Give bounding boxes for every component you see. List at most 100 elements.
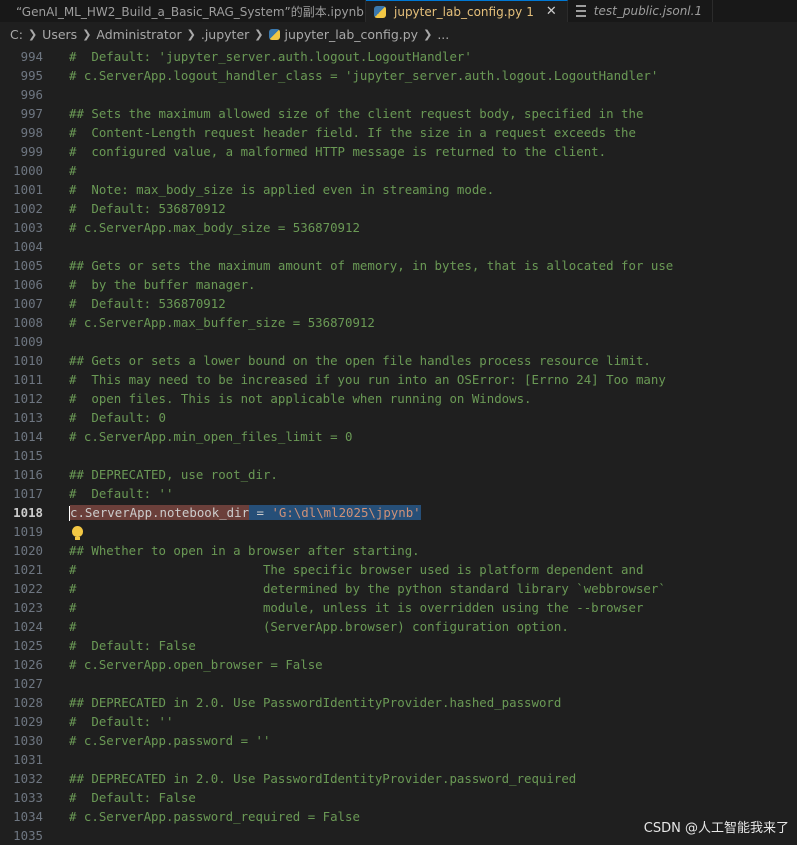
line-number: 1004: [13, 239, 43, 254]
code-line[interactable]: 1028 ## DEPRECATED in 2.0. Use PasswordId…: [0, 693, 797, 712]
line-number: 1020: [13, 543, 43, 558]
code-line[interactable]: 1021 # The specific browser used is platf…: [0, 560, 797, 579]
code-line[interactable]: 1012 # open files. This is not applicable…: [0, 389, 797, 408]
line-number: 1000: [13, 163, 43, 178]
selected-code: =: [249, 505, 272, 520]
code-line[interactable]: 998 # Content-Length request header field…: [0, 123, 797, 142]
code-text: ## DEPRECATED, use root_dir.: [69, 467, 278, 482]
code-text: # This may need to be increased if you r…: [69, 372, 666, 387]
code-line[interactable]: 999 # configured value, a malformed HTTP …: [0, 142, 797, 161]
line-number: 1034: [13, 809, 43, 824]
code-line[interactable]: 997 ## Sets the maximum allowed size of t…: [0, 104, 797, 123]
code-line[interactable]: 1022 # determined by the python standard …: [0, 579, 797, 598]
code-line[interactable]: 1013 # Default: 0: [0, 408, 797, 427]
chevron-right-icon: ❯: [27, 27, 38, 41]
code-line[interactable]: 1033 # Default: False: [0, 788, 797, 807]
code-line[interactable]: 1011 # This may need to be increased if y…: [0, 370, 797, 389]
breadcrumb-file[interactable]: jupyter_lab_config.py: [285, 27, 419, 42]
text-file-icon: [575, 5, 586, 17]
code-line[interactable]: 1026 # c.ServerApp.open_browser = False: [0, 655, 797, 674]
code-line[interactable]: 1025 # Default: False: [0, 636, 797, 655]
line-number: 1035: [13, 828, 43, 843]
breadcrumb-jupyter[interactable]: .jupyter: [201, 27, 249, 42]
code-text: # c.ServerApp.password_required = False: [69, 809, 360, 824]
code-line[interactable]: 1004: [0, 237, 797, 256]
code-line[interactable]: 1000 #: [0, 161, 797, 180]
code-text: # Default: 536870912: [69, 201, 226, 216]
line-number: 1028: [13, 695, 43, 710]
code-line[interactable]: 1024 # (ServerApp.browser) configuration …: [0, 617, 797, 636]
code-line[interactable]: 1020 ## Whether to open in a browser afte…: [0, 541, 797, 560]
selected-code: c.ServerApp.notebook_dir: [70, 505, 250, 520]
line-number: 1001: [13, 182, 43, 197]
code-line[interactable]: 995 # c.ServerApp.logout_handler_class = …: [0, 66, 797, 85]
code-line[interactable]: 1017 # Default: '': [0, 484, 797, 503]
breadcrumb-administrator[interactable]: Administrator: [96, 27, 181, 42]
line-number: 1030: [13, 733, 43, 748]
line-number: 1002: [13, 201, 43, 216]
code-text: ## Gets or sets the maximum amount of me…: [69, 258, 674, 273]
line-number: 994: [20, 49, 43, 64]
line-number: 1007: [13, 296, 43, 311]
code-line[interactable]: 1007 # Default: 536870912: [0, 294, 797, 313]
line-number: 1022: [13, 581, 43, 596]
line-number: 1008: [13, 315, 43, 330]
code-line[interactable]: 1015: [0, 446, 797, 465]
code-line[interactable]: 1030 # c.ServerApp.password = '': [0, 731, 797, 750]
code-line[interactable]: 996: [0, 85, 797, 104]
line-number: 997: [20, 106, 43, 121]
code-line[interactable]: 1031: [0, 750, 797, 769]
line-number: 1016: [13, 467, 43, 482]
code-line[interactable]: 1014 # c.ServerApp.min_open_files_limit =…: [0, 427, 797, 446]
line-number: 995: [20, 68, 43, 83]
tab-notebook[interactable]: “GenAI_ML_HW2_Build_a_Basic_RAG_System”的…: [0, 0, 366, 22]
code-editor[interactable]: 994 # Default: 'jupyter_server.auth.logou…: [0, 47, 797, 843]
code-line[interactable]: 1006 # by the buffer manager.: [0, 275, 797, 294]
code-line[interactable]: 1005 ## Gets or sets the maximum amount o…: [0, 256, 797, 275]
code-line[interactable]: 1008 # c.ServerApp.max_buffer_size = 5368…: [0, 313, 797, 332]
code-text: ## DEPRECATED in 2.0. Use PasswordIdenti…: [69, 695, 562, 710]
modified-count-badge: 1: [526, 4, 534, 19]
breadcrumb-symbols[interactable]: ...: [437, 27, 449, 42]
chevron-right-icon: ❯: [82, 27, 92, 41]
line-number: 999: [20, 144, 43, 159]
editor-tab-bar: “GenAI_ML_HW2_Build_a_Basic_RAG_System”的…: [0, 0, 797, 22]
line-number: 1024: [13, 619, 43, 634]
breadcrumb-drive[interactable]: C:: [10, 27, 23, 42]
code-line[interactable]: 1009: [0, 332, 797, 351]
close-icon[interactable]: ✕: [546, 4, 557, 19]
code-line[interactable]: 1010 ## Gets or sets a lower bound on the…: [0, 351, 797, 370]
code-line[interactable]: 1003 # c.ServerApp.max_body_size = 536870…: [0, 218, 797, 237]
line-number: 1009: [13, 334, 43, 349]
lightbulb-icon[interactable]: [72, 526, 83, 540]
code-line[interactable]: 1002 # Default: 536870912: [0, 199, 797, 218]
code-text: # Note: max_body_size is applied even in…: [69, 182, 495, 197]
code-line[interactable]: 994 # Default: 'jupyter_server.auth.logou…: [0, 47, 797, 66]
code-text: # Default: '': [69, 714, 174, 729]
code-text: # Default: False: [69, 638, 196, 653]
tab-jupyter-lab-config[interactable]: jupyter_lab_config.py 1 ✕: [366, 0, 568, 22]
code-line[interactable]: 1023 # module, unless it is overridden us…: [0, 598, 797, 617]
code-line[interactable]: 1019: [0, 522, 797, 541]
line-number: 1011: [13, 372, 43, 387]
chevron-right-icon: ❯: [254, 27, 264, 41]
code-line[interactable]: 1001 # Note: max_body_size is applied eve…: [0, 180, 797, 199]
code-line-current[interactable]: 1018 c.ServerApp.notebook_dir = 'G:\dl\ml…: [0, 503, 797, 522]
tab-test-public-jsonl[interactable]: test_public.jsonl.1: [567, 0, 714, 22]
line-number: 1010: [13, 353, 43, 368]
line-number: 1023: [13, 600, 43, 615]
line-number: 1027: [13, 676, 43, 691]
breadcrumb-users[interactable]: Users: [42, 27, 77, 42]
code-line[interactable]: 1016 ## DEPRECATED, use root_dir.: [0, 465, 797, 484]
code-text: # module, unless it is overridden using …: [69, 600, 644, 615]
line-number: 1015: [13, 448, 43, 463]
code-line[interactable]: 1027: [0, 674, 797, 693]
line-number: 1029: [13, 714, 43, 729]
code-line[interactable]: 1029 # Default: '': [0, 712, 797, 731]
code-text: # open files. This is not applicable whe…: [69, 391, 532, 406]
breadcrumb: C: ❯ Users ❯ Administrator ❯ .jupyter ❯ …: [0, 22, 797, 46]
code-text: # Default: 0: [69, 410, 166, 425]
code-line[interactable]: 1032 ## DEPRECATED in 2.0. Use PasswordId…: [0, 769, 797, 788]
line-number: 1014: [13, 429, 43, 444]
code-text: ## Sets the maximum allowed size of the …: [69, 106, 644, 121]
